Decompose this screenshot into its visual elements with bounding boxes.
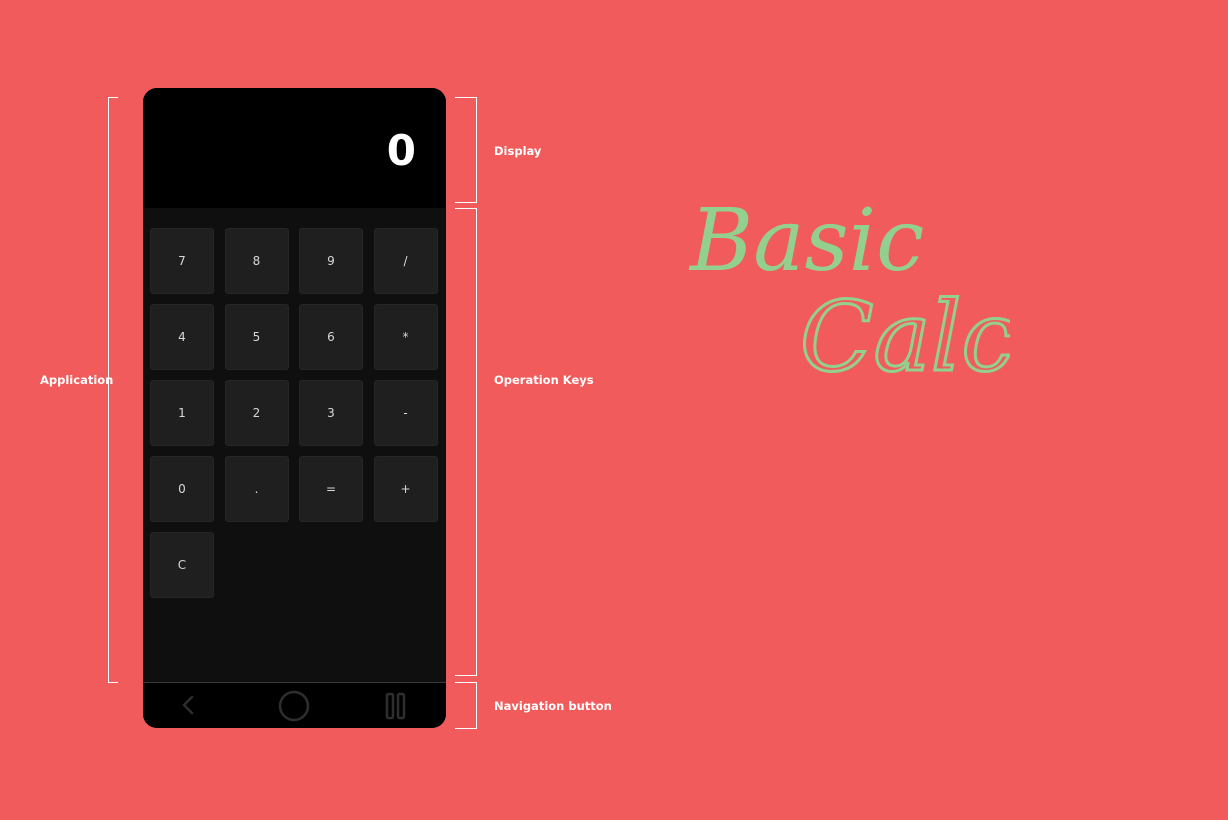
nav-recents-button[interactable] bbox=[385, 692, 407, 720]
operation-keys-bracket bbox=[455, 208, 477, 676]
key-8[interactable]: 8 bbox=[224, 228, 289, 294]
key-3[interactable]: 3 bbox=[299, 380, 363, 446]
navigation-bar bbox=[143, 682, 446, 728]
key-9[interactable]: 9 bbox=[299, 228, 363, 294]
logo-basic-text: Basic bbox=[688, 191, 924, 291]
operation-keys-label: Operation Keys bbox=[494, 373, 594, 387]
calculator-app: 0 7 8 9 / 4 5 6 * 1 2 3 - 0 . = + C bbox=[143, 88, 446, 728]
key-4[interactable]: 4 bbox=[150, 304, 214, 370]
chevron-left-icon bbox=[182, 695, 194, 715]
circle-home-icon bbox=[278, 690, 310, 722]
key-subtract[interactable]: - bbox=[373, 380, 438, 446]
nav-home-button[interactable] bbox=[278, 690, 310, 722]
key-multiply[interactable]: * bbox=[373, 304, 438, 370]
application-bracket bbox=[108, 97, 118, 683]
key-equals[interactable]: = bbox=[299, 456, 363, 522]
logo-calc-text: Calc bbox=[800, 281, 1010, 390]
display-label: Display bbox=[494, 144, 542, 158]
navigation-button-label: Navigation button bbox=[494, 699, 612, 713]
key-0[interactable]: 0 bbox=[150, 456, 214, 522]
operation-keys: 7 8 9 / 4 5 6 * 1 2 3 - 0 . = + C bbox=[150, 228, 442, 598]
key-add[interactable]: + bbox=[373, 456, 438, 522]
key-divide[interactable]: / bbox=[373, 228, 438, 294]
key-5[interactable]: 5 bbox=[224, 304, 289, 370]
recents-icon bbox=[385, 692, 406, 720]
basic-calc-logo: Basic Calc bbox=[688, 191, 1010, 390]
key-6[interactable]: 6 bbox=[299, 304, 363, 370]
display-value: 0 bbox=[386, 126, 416, 175]
key-1[interactable]: 1 bbox=[150, 380, 214, 446]
navigation-bracket bbox=[455, 682, 477, 729]
key-2[interactable]: 2 bbox=[224, 380, 289, 446]
display-bracket bbox=[455, 97, 477, 203]
key-7[interactable]: 7 bbox=[150, 228, 214, 294]
key-decimal[interactable]: . bbox=[224, 456, 289, 522]
nav-back-button[interactable] bbox=[179, 693, 199, 717]
key-clear[interactable]: C bbox=[150, 532, 214, 598]
display-panel: 0 bbox=[143, 88, 446, 208]
application-label: Application bbox=[40, 373, 114, 387]
